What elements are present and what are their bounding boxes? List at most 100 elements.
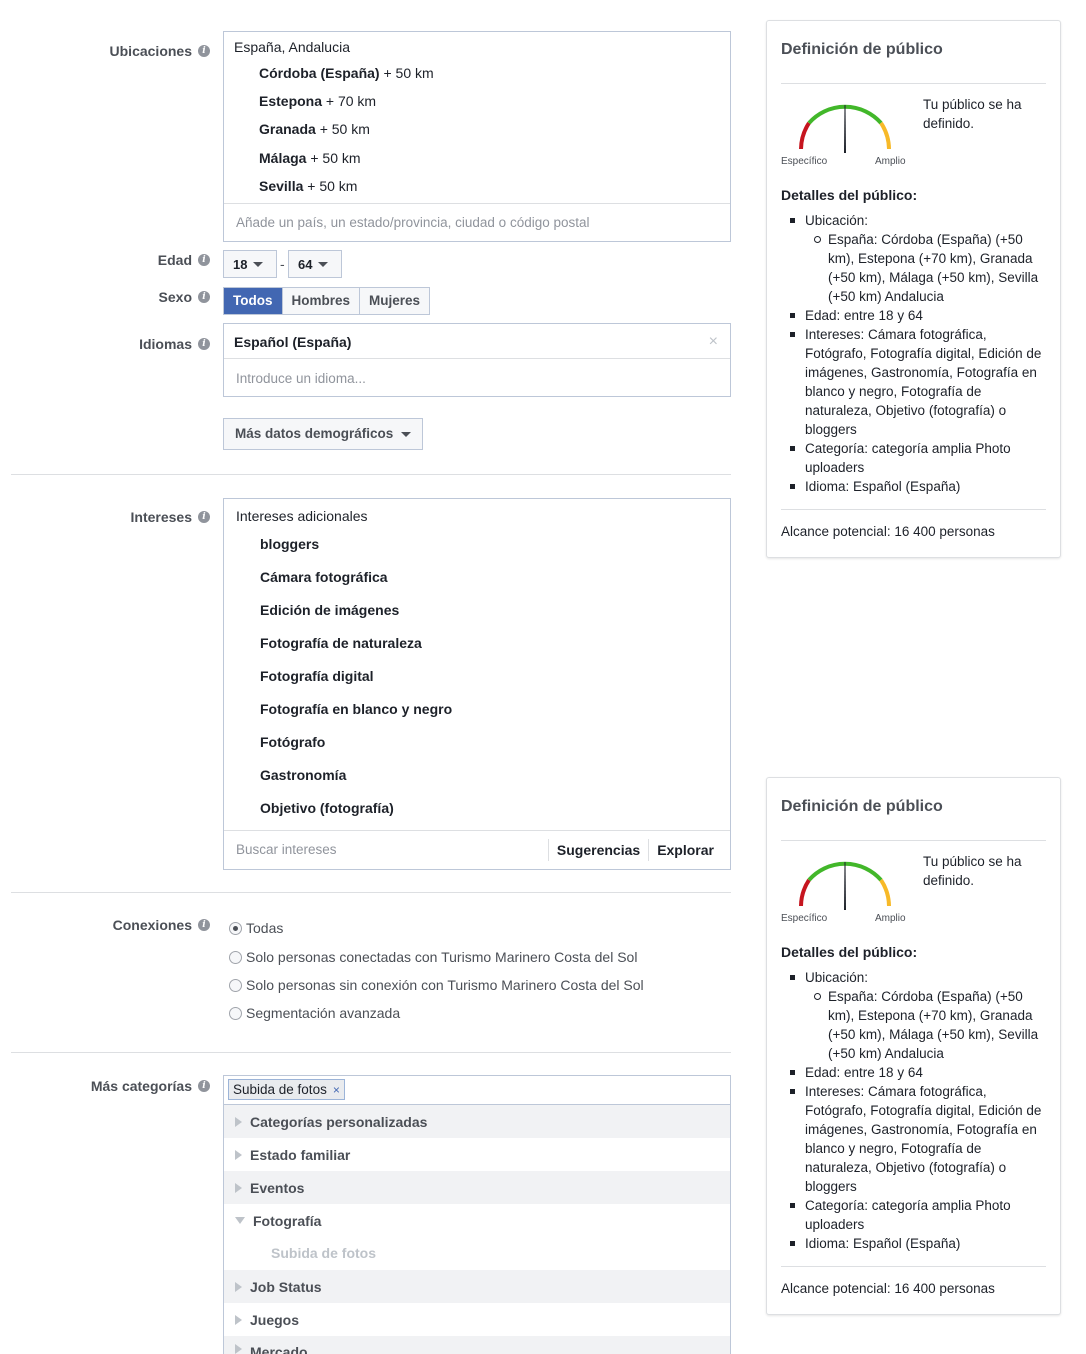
gauge-status: Tu público se ha definido. bbox=[923, 97, 1022, 131]
info-icon[interactable]: i bbox=[198, 919, 210, 931]
location-search-input[interactable]: Añade un país, un estado/provincia, ciud… bbox=[224, 203, 730, 241]
gender-option-men[interactable]: Hombres bbox=[282, 288, 361, 314]
gauge-status: Tu público se ha definido. bbox=[923, 854, 1022, 888]
audience-gauge-icon bbox=[799, 104, 891, 153]
radio-icon[interactable] bbox=[229, 1006, 242, 1020]
language-token: Español (España) bbox=[234, 334, 352, 350]
gender-label: Sexo i bbox=[159, 289, 210, 305]
tree-item-games[interactable]: Juegos bbox=[224, 1303, 730, 1336]
more-categories-label: Más categorías i bbox=[91, 1078, 210, 1094]
expand-arrow-icon bbox=[235, 1281, 242, 1292]
location-list: Córdoba (España) + 50 km Estepona + 70 k… bbox=[259, 65, 434, 206]
radio-selected-icon[interactable] bbox=[229, 921, 242, 935]
gauge-label-broad: Amplio bbox=[875, 156, 906, 167]
remove-language-icon[interactable]: × bbox=[709, 333, 718, 351]
card-divider bbox=[781, 840, 1046, 841]
language-search-input[interactable]: Introduce un idioma... bbox=[224, 358, 730, 397]
suggestions-link[interactable]: Sugerencias bbox=[547, 839, 648, 861]
age-separator: - bbox=[280, 256, 285, 272]
connections-option-all[interactable]: Todas bbox=[229, 920, 283, 936]
details-title: Detalles del público: bbox=[781, 944, 918, 960]
card-title: Definición de público bbox=[781, 798, 943, 815]
tree-item-photography[interactable]: Fotografía bbox=[224, 1204, 730, 1237]
card-divider bbox=[781, 509, 1046, 510]
gender-selector: Todos Hombres Mujeres bbox=[223, 287, 431, 315]
interests-label: Intereses i bbox=[131, 509, 210, 525]
interests-search-input[interactable]: Buscar intereses bbox=[236, 842, 337, 857]
interest-item[interactable]: Edición de imágenes bbox=[260, 602, 452, 635]
tree-item-family[interactable]: Estado familiar bbox=[224, 1138, 730, 1171]
details-title: Detalles del público: bbox=[781, 187, 918, 203]
radio-icon[interactable] bbox=[229, 950, 242, 964]
explore-link[interactable]: Explorar bbox=[648, 839, 722, 861]
detail-interests: Intereses: Cámara fotográfica, Fotógrafo… bbox=[781, 1082, 1051, 1196]
detail-interests: Intereses: Cámara fotográfica, Fotógrafo… bbox=[781, 325, 1051, 439]
interest-item[interactable]: Gastronomía bbox=[260, 767, 452, 800]
info-icon[interactable]: i bbox=[198, 254, 210, 266]
radio-icon[interactable] bbox=[229, 978, 242, 992]
caret-down-icon bbox=[318, 261, 329, 267]
connections-option-advanced[interactable]: Segmentación avanzada bbox=[229, 1005, 400, 1021]
tree-subitem-photo-uploads[interactable]: Subida de fotos bbox=[224, 1237, 730, 1270]
interests-links: Sugerencias Explorar bbox=[547, 839, 722, 861]
info-icon[interactable]: i bbox=[198, 45, 210, 57]
info-icon[interactable]: i bbox=[198, 338, 210, 350]
age-max-select[interactable]: 64 bbox=[288, 250, 342, 278]
card-divider bbox=[781, 83, 1046, 84]
gauge-label-broad: Amplio bbox=[875, 913, 906, 924]
gender-option-all[interactable]: Todos bbox=[224, 288, 283, 314]
caret-down-icon bbox=[401, 431, 412, 437]
info-icon[interactable]: i bbox=[198, 1080, 210, 1092]
interest-item[interactable]: Fotógrafo bbox=[260, 734, 452, 767]
interests-box: Intereses adicionales bloggers Cámara fo… bbox=[223, 498, 731, 870]
interest-item[interactable]: bloggers bbox=[260, 536, 452, 569]
remove-tag-icon[interactable]: × bbox=[333, 1083, 340, 1097]
detail-language: Idioma: Español (España) bbox=[781, 1234, 1051, 1253]
location-region: España, Andalucia bbox=[234, 39, 350, 55]
expand-arrow-icon bbox=[235, 1149, 242, 1160]
tree-item-market[interactable]: Mercado bbox=[224, 1336, 730, 1354]
location-item[interactable]: Granada + 50 km bbox=[259, 121, 434, 149]
interest-item[interactable]: Cámara fotográfica bbox=[260, 569, 452, 602]
detail-category: Categoría: categoría amplia Photo upload… bbox=[781, 1196, 1051, 1234]
expand-arrow-icon bbox=[235, 1314, 242, 1325]
category-token: Subida de fotos × bbox=[228, 1079, 345, 1100]
interest-item[interactable]: Fotografía de naturaleza bbox=[260, 635, 452, 668]
detail-language: Idioma: Español (España) bbox=[781, 477, 1051, 496]
interests-list: bloggers Cámara fotográfica Edición de i… bbox=[260, 536, 452, 833]
interest-item[interactable]: Fotografía en blanco y negro bbox=[260, 701, 452, 734]
expand-arrow-icon bbox=[235, 1116, 242, 1127]
location-item[interactable]: Sevilla + 50 km bbox=[259, 178, 434, 206]
potential-reach: Alcance potencial: 16 400 personas bbox=[781, 524, 995, 539]
tree-item-job-status[interactable]: Job Status bbox=[224, 1270, 730, 1303]
section-divider bbox=[11, 1052, 731, 1053]
age-min-select[interactable]: 18 bbox=[223, 250, 277, 278]
info-icon[interactable]: i bbox=[198, 291, 210, 303]
connections-option-not-connected[interactable]: Solo personas sin conexión con Turismo M… bbox=[229, 977, 644, 993]
info-icon[interactable]: i bbox=[198, 511, 210, 523]
location-item[interactable]: Córdoba (España) + 50 km bbox=[259, 65, 434, 93]
audience-details: Ubicación: España: Córdoba (España) (+50… bbox=[781, 211, 1051, 496]
tree-item-events[interactable]: Eventos bbox=[224, 1171, 730, 1204]
age-label: Edad i bbox=[158, 252, 210, 268]
location-item[interactable]: Estepona + 70 km bbox=[259, 93, 434, 121]
expand-arrow-icon bbox=[235, 1182, 242, 1193]
locations-box: España, Andalucia Córdoba (España) + 50 … bbox=[223, 31, 731, 242]
interest-item[interactable]: Fotografía digital bbox=[260, 668, 452, 701]
expand-arrow-icon bbox=[235, 1344, 242, 1354]
interest-item[interactable]: Objetivo (fotografía) bbox=[260, 800, 452, 833]
tree-item-custom[interactable]: Categorías personalizadas bbox=[224, 1105, 730, 1138]
more-categories-input[interactable]: Subida de fotos × bbox=[223, 1075, 731, 1105]
detail-location-value: España: Córdoba (España) (+50 km), Estep… bbox=[805, 987, 1051, 1063]
connections-label: Conexiones i bbox=[113, 917, 210, 933]
audience-definition-card: Definición de público Específico Amplio … bbox=[766, 777, 1061, 1315]
connections-option-connected[interactable]: Solo personas conectadas con Turismo Mar… bbox=[229, 949, 637, 965]
gauge-label-specific: Específico bbox=[781, 156, 828, 167]
gender-option-women[interactable]: Mujeres bbox=[360, 288, 430, 314]
more-demographics-button[interactable]: Más datos demográficos bbox=[223, 418, 424, 450]
location-item[interactable]: Málaga + 50 km bbox=[259, 150, 434, 178]
detail-location: Ubicación: España: Córdoba (España) (+50… bbox=[781, 211, 1051, 306]
interests-header: Intereses adicionales bbox=[236, 508, 368, 524]
detail-age: Edad: entre 18 y 64 bbox=[781, 1063, 1051, 1082]
languages-box: Español (España) × Introduce un idioma..… bbox=[223, 323, 731, 397]
